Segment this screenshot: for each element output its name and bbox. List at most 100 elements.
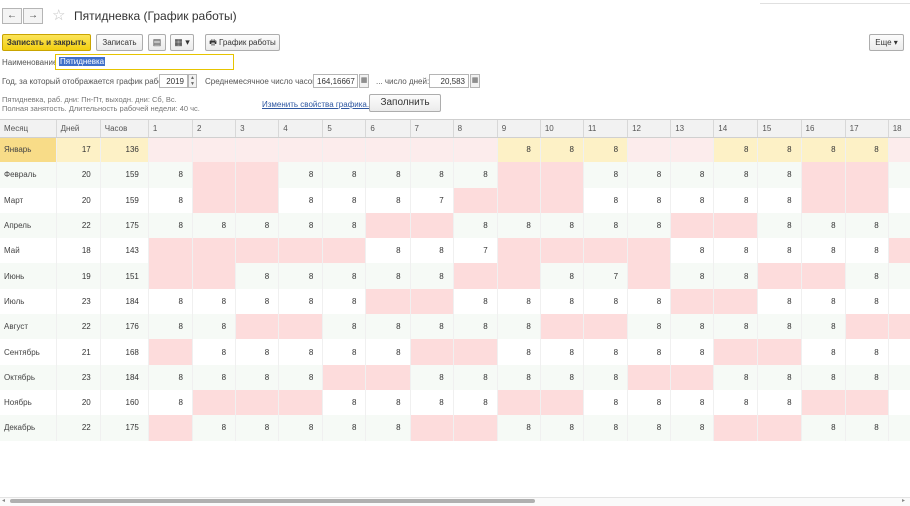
- day-cell[interactable]: [713, 339, 759, 365]
- day-cell[interactable]: 8: [888, 212, 910, 239]
- hours-cell[interactable]: 168: [100, 339, 149, 365]
- table-row[interactable]: Октябрь2318488888888888888: [0, 364, 910, 390]
- day-cell[interactable]: 8: [757, 364, 802, 390]
- col-header-day-12[interactable]: 12: [627, 120, 672, 138]
- day-cell[interactable]: [278, 389, 324, 416]
- forward-button[interactable]: →: [23, 8, 43, 24]
- hours-cell[interactable]: 159: [100, 187, 149, 213]
- table-row[interactable]: Июнь1915188888878888: [0, 263, 910, 289]
- col-header-day-4[interactable]: 4: [278, 120, 324, 138]
- day-cell[interactable]: [453, 415, 498, 441]
- col-header-day-6[interactable]: 6: [365, 120, 411, 138]
- days-cell[interactable]: 20: [56, 187, 101, 213]
- name-input[interactable]: Пятидневка: [55, 54, 234, 70]
- month-cell[interactable]: Апрель: [0, 212, 57, 239]
- day-cell[interactable]: 8: [365, 339, 411, 365]
- day-cell[interactable]: [148, 137, 193, 163]
- day-cell[interactable]: 8: [713, 389, 759, 416]
- day-cell[interactable]: 8: [627, 187, 672, 213]
- day-cell[interactable]: 8: [540, 137, 584, 163]
- day-cell[interactable]: 8: [801, 288, 846, 315]
- scrollbar-thumb[interactable]: [10, 499, 535, 503]
- day-cell[interactable]: [801, 162, 846, 188]
- hours-cell[interactable]: 176: [100, 314, 149, 340]
- days-cell[interactable]: 22: [56, 314, 101, 340]
- day-cell[interactable]: 8: [801, 314, 846, 340]
- day-cell[interactable]: 8: [583, 364, 629, 390]
- day-cell[interactable]: 8: [713, 364, 759, 390]
- day-cell[interactable]: 8: [583, 389, 629, 416]
- month-cell[interactable]: Январь: [0, 137, 57, 163]
- day-cell[interactable]: [713, 415, 759, 441]
- day-cell[interactable]: 8: [627, 314, 672, 340]
- day-cell[interactable]: 8: [670, 339, 715, 365]
- col-header-day-10[interactable]: 10: [540, 120, 584, 138]
- day-cell[interactable]: 8: [801, 364, 846, 390]
- table-row[interactable]: Апрель2217588888888888888: [0, 212, 910, 239]
- col-header-day-11[interactable]: 11: [583, 120, 629, 138]
- day-cell[interactable]: 8: [365, 238, 411, 264]
- day-cell[interactable]: [192, 137, 237, 163]
- day-cell[interactable]: [670, 212, 715, 239]
- day-cell[interactable]: [278, 238, 324, 264]
- day-cell[interactable]: 8: [670, 238, 715, 264]
- day-cell[interactable]: [453, 137, 498, 163]
- day-cell[interactable]: 8: [801, 212, 846, 239]
- day-cell[interactable]: 8: [845, 137, 889, 163]
- day-cell[interactable]: 8: [235, 415, 280, 441]
- day-cell[interactable]: 8: [365, 263, 411, 289]
- month-cell[interactable]: Декабрь: [0, 415, 57, 441]
- day-cell[interactable]: [540, 314, 584, 340]
- day-cell[interactable]: [365, 288, 411, 315]
- day-cell[interactable]: 8: [365, 187, 411, 213]
- day-cell[interactable]: 8: [583, 187, 629, 213]
- day-cell[interactable]: [148, 415, 193, 441]
- scroll-left-icon[interactable]: ◂: [2, 498, 5, 505]
- day-cell[interactable]: 8: [583, 162, 629, 188]
- col-header-day-16[interactable]: 16: [801, 120, 846, 138]
- day-cell[interactable]: [322, 137, 367, 163]
- hours-cell[interactable]: 184: [100, 288, 149, 315]
- day-cell[interactable]: [410, 288, 454, 315]
- back-button[interactable]: ←: [2, 8, 22, 24]
- calculator-icon[interactable]: ▦: [359, 74, 369, 88]
- day-cell[interactable]: 8: [757, 137, 802, 163]
- day-cell[interactable]: [322, 238, 367, 264]
- day-cell[interactable]: 8: [497, 288, 541, 315]
- month-cell[interactable]: Август: [0, 314, 57, 340]
- day-cell[interactable]: 8: [801, 339, 846, 365]
- day-cell[interactable]: 8: [540, 339, 584, 365]
- day-cell[interactable]: [497, 187, 541, 213]
- day-cell[interactable]: 8: [540, 415, 584, 441]
- day-cell[interactable]: 8: [235, 339, 280, 365]
- avg-hours-input[interactable]: 164,16667: [313, 74, 358, 88]
- day-cell[interactable]: 8: [278, 162, 324, 188]
- day-cell[interactable]: [540, 162, 584, 188]
- day-cell[interactable]: [453, 339, 498, 365]
- table-row[interactable]: Май 18 143 8 8 7 8 8 8 8 8: [0, 238, 910, 264]
- day-cell[interactable]: 8: [322, 339, 367, 365]
- day-cell[interactable]: 8: [453, 212, 498, 239]
- table-row[interactable]: Январь 17 136 8 8 8 8 8 8 8: [0, 137, 910, 163]
- col-header-day-8[interactable]: 8: [453, 120, 498, 138]
- hours-cell[interactable]: 159: [100, 162, 149, 188]
- day-cell[interactable]: 8: [713, 238, 759, 264]
- month-cell[interactable]: Ноябрь: [0, 389, 57, 416]
- more-button[interactable]: Еще ▾: [869, 34, 904, 51]
- day-cell[interactable]: [235, 389, 280, 416]
- day-cell[interactable]: 8: [627, 415, 672, 441]
- day-cell[interactable]: 8: [670, 389, 715, 416]
- table-row[interactable]: Август 22 176 8 8 8 8 8 8 8 8 8 8 8 8: [0, 314, 910, 340]
- day-cell[interactable]: 8: [192, 288, 237, 315]
- days-cell[interactable]: 18: [56, 238, 101, 264]
- day-cell[interactable]: 8: [627, 212, 672, 239]
- day-cell[interactable]: 8: [888, 187, 910, 213]
- days-cell[interactable]: 23: [56, 364, 101, 390]
- day-cell[interactable]: 8: [453, 364, 498, 390]
- days-cell[interactable]: 23: [56, 288, 101, 315]
- day-cell[interactable]: 8: [583, 415, 629, 441]
- day-cell[interactable]: 8: [148, 288, 193, 315]
- day-cell[interactable]: 8: [845, 339, 889, 365]
- day-cell[interactable]: [278, 137, 324, 163]
- day-cell[interactable]: [888, 137, 910, 163]
